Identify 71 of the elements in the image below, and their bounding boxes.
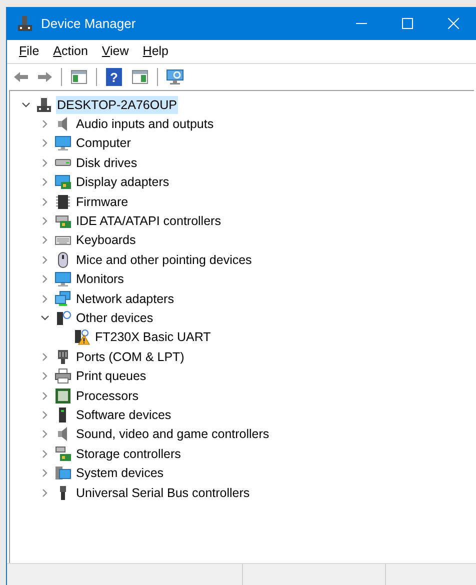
tree-item[interactable]: Other devices bbox=[75, 308, 154, 327]
expand-chevron-icon[interactable] bbox=[41, 488, 49, 496]
tree-item[interactable]: Disk drives bbox=[75, 154, 138, 172]
help-button[interactable]: ? bbox=[106, 68, 122, 86]
tree-item[interactable]: Universal Serial Bus controllers bbox=[75, 484, 251, 502]
tree-item[interactable]: Display adapters bbox=[75, 173, 170, 192]
warning-device-icon bbox=[74, 329, 90, 346]
tree-item[interactable]: Ports (COM & LPT) bbox=[75, 348, 186, 366]
collapse-chevron-icon[interactable] bbox=[41, 314, 49, 322]
expand-chevron-icon[interactable] bbox=[41, 410, 49, 419]
tree-item[interactable]: Processors bbox=[75, 386, 140, 405]
monitor-icon bbox=[55, 271, 71, 288]
tree-item[interactable]: System devices bbox=[75, 464, 165, 482]
menu-item[interactable]: Help bbox=[136, 42, 176, 61]
expand-chevron-icon[interactable] bbox=[41, 198, 49, 206]
close-icon bbox=[448, 18, 458, 29]
expand-chevron-icon[interactable] bbox=[41, 372, 49, 380]
expand-chevron-icon[interactable] bbox=[41, 178, 49, 186]
display-adapter-icon bbox=[55, 174, 71, 190]
window-title: Device Manager bbox=[41, 14, 136, 33]
storage-controller-icon bbox=[55, 446, 71, 462]
expand-chevron-icon[interactable] bbox=[41, 275, 49, 284]
expand-chevron-icon[interactable] bbox=[41, 352, 49, 361]
tree-item[interactable]: Firmware bbox=[75, 192, 130, 211]
tree-item[interactable]: Computer bbox=[75, 134, 132, 152]
expand-chevron-icon[interactable] bbox=[41, 294, 49, 303]
scan-hardware-button[interactable] bbox=[164, 67, 186, 87]
tree-item[interactable]: IDE ATA/ATAPI controllers bbox=[75, 212, 222, 230]
expand-chevron-icon[interactable] bbox=[41, 158, 49, 167]
forward-arrow-icon bbox=[37, 70, 53, 84]
action-pane-button[interactable] bbox=[129, 67, 151, 87]
processor-icon bbox=[55, 388, 71, 404]
expand-chevron-icon[interactable] bbox=[41, 392, 49, 400]
system-device-icon bbox=[55, 465, 71, 482]
menu-item[interactable]: File bbox=[12, 42, 46, 61]
menu-item[interactable]: View bbox=[94, 42, 136, 61]
mouse-icon bbox=[55, 252, 71, 268]
expand-chevron-icon[interactable] bbox=[41, 430, 49, 438]
tree-item[interactable]: Monitors bbox=[75, 270, 125, 288]
tree-item[interactable]: DESKTOP-2A76OUP bbox=[56, 96, 178, 114]
menu-item[interactable]: Action bbox=[46, 42, 95, 61]
expand-chevron-icon[interactable] bbox=[41, 450, 49, 458]
expand-chevron-icon[interactable] bbox=[41, 469, 49, 478]
expand-chevron-icon[interactable] bbox=[41, 217, 49, 226]
maximize-icon bbox=[402, 18, 412, 29]
printer-icon bbox=[55, 368, 71, 384]
tree-item[interactable]: Print queues bbox=[75, 367, 148, 386]
tree-item[interactable]: Software devices bbox=[75, 406, 172, 424]
drive-icon bbox=[55, 159, 71, 166]
tree-item[interactable]: Network adapters bbox=[75, 290, 175, 308]
chip-icon bbox=[55, 194, 71, 210]
network-icon bbox=[55, 290, 71, 307]
console-tree-button[interactable] bbox=[68, 67, 90, 87]
device-question-icon bbox=[55, 310, 71, 326]
controller-card-icon bbox=[55, 213, 71, 230]
collapse-chevron-icon[interactable] bbox=[22, 100, 30, 109]
monitor-icon bbox=[55, 135, 71, 152]
app-icon bbox=[18, 16, 32, 32]
tree-item[interactable]: Mice and other pointing devices bbox=[75, 250, 253, 269]
tree-item[interactable]: FT230X Basic UART bbox=[94, 328, 212, 346]
tree-item[interactable]: Audio inputs and outputs bbox=[75, 115, 215, 134]
tree-item[interactable]: Keyboards bbox=[75, 231, 137, 250]
computer-icon bbox=[36, 96, 52, 113]
port-icon bbox=[55, 348, 71, 365]
tree-item[interactable]: Storage controllers bbox=[75, 444, 182, 463]
expand-chevron-icon[interactable] bbox=[41, 256, 49, 264]
expand-chevron-icon[interactable] bbox=[41, 139, 49, 148]
expand-chevron-icon[interactable] bbox=[41, 236, 49, 244]
expand-chevron-icon[interactable] bbox=[41, 120, 49, 128]
back-arrow-icon bbox=[13, 70, 29, 84]
tree-item[interactable]: Sound, video and game controllers bbox=[75, 425, 270, 444]
